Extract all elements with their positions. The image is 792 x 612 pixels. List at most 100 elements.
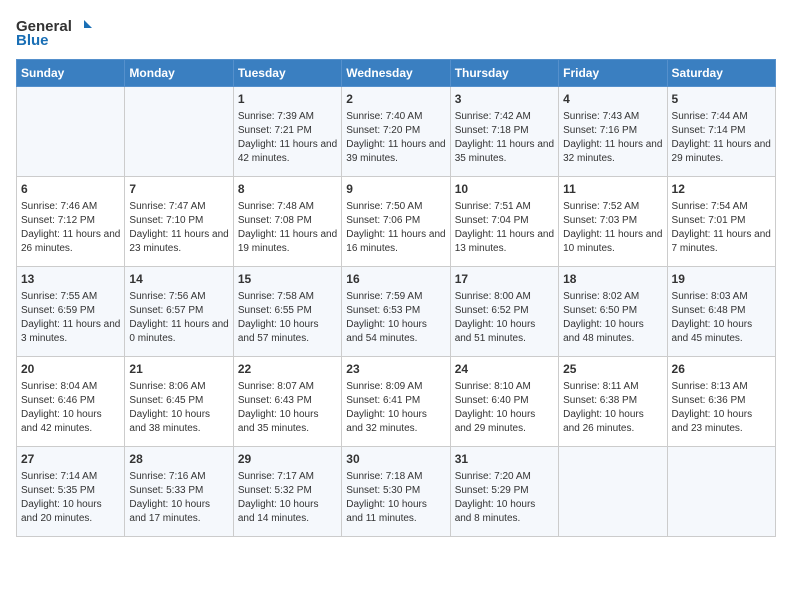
day-number: 30 [346,451,445,468]
day-number: 31 [455,451,554,468]
day-info: Sunrise: 7:18 AM Sunset: 5:30 PM Dayligh… [346,470,445,526]
weekday-header: Tuesday [233,60,341,87]
calendar-cell: 15 Sunrise: 7:58 AM Sunset: 6:55 PM Dayli… [233,267,341,357]
weekday-header: Wednesday [342,60,450,87]
logo-arrow-icon [74,16,94,36]
day-number: 1 [238,91,337,108]
calendar-cell: 9 Sunrise: 7:50 AM Sunset: 7:06 PM Daylig… [342,177,450,267]
weekday-header: Saturday [667,60,775,87]
day-info: Sunrise: 8:13 AM Sunset: 6:36 PM Dayligh… [672,380,771,436]
day-info: Sunrise: 7:14 AM Sunset: 5:35 PM Dayligh… [21,470,120,526]
calendar-cell: 17Sunrise: 8:00 AM Sunset: 6:52 PM Dayli… [450,267,558,357]
day-info: Sunrise: 7:56 AM Sunset: 6:57 PM Dayligh… [129,290,228,346]
calendar-cell: 24 Sunrise: 8:10 AM Sunset: 6:40 PM Dayli… [450,357,558,447]
day-number: 17 [455,271,554,288]
calendar-week: 27 Sunrise: 7:14 AM Sunset: 5:35 PM Dayli… [17,447,776,537]
header: General Blue [16,16,776,49]
day-info: Sunrise: 7:55 AM Sunset: 6:59 PM Dayligh… [21,290,120,346]
calendar-cell: 23Sunrise: 8:09 AM Sunset: 6:41 PM Dayli… [342,357,450,447]
calendar-cell: 2 Sunrise: 7:40 AM Sunset: 7:20 PM Daylig… [342,87,450,177]
day-number: 4 [563,91,662,108]
calendar-cell: 14Sunrise: 7:56 AM Sunset: 6:57 PM Dayli… [125,267,233,357]
calendar-cell: 21 Sunrise: 8:06 AM Sunset: 6:45 PM Dayli… [125,357,233,447]
day-number: 8 [238,181,337,198]
calendar-cell: 29 Sunrise: 7:17 AM Sunset: 5:32 PM Dayli… [233,447,341,537]
day-number: 24 [455,361,554,378]
day-number: 21 [129,361,228,378]
calendar-cell: 27 Sunrise: 7:14 AM Sunset: 5:35 PM Dayli… [17,447,125,537]
calendar-cell: 4 Sunrise: 7:43 AM Sunset: 7:16 PM Daylig… [559,87,667,177]
weekday-header: Friday [559,60,667,87]
day-info: Sunrise: 8:10 AM Sunset: 6:40 PM Dayligh… [455,380,554,436]
calendar-header: SundayMondayTuesdayWednesdayThursdayFrid… [17,60,776,87]
calendar-cell: 26 Sunrise: 8:13 AM Sunset: 6:36 PM Dayli… [667,357,775,447]
calendar-cell [17,87,125,177]
day-info: Sunrise: 7:16 AM Sunset: 5:33 PM Dayligh… [129,470,228,526]
day-number: 3 [455,91,554,108]
calendar-cell: 5Sunrise: 7:44 AM Sunset: 7:14 PM Daylig… [667,87,775,177]
calendar-week: 6 Sunrise: 7:46 AM Sunset: 7:12 PM Daylig… [17,177,776,267]
day-info: Sunrise: 7:42 AM Sunset: 7:18 PM Dayligh… [455,110,554,166]
weekday-header: Monday [125,60,233,87]
day-number: 7 [129,181,228,198]
day-info: Sunrise: 7:47 AM Sunset: 7:10 PM Dayligh… [129,200,228,256]
day-number: 25 [563,361,662,378]
day-number: 5 [672,91,771,108]
calendar-cell: 11 Sunrise: 7:52 AM Sunset: 7:03 PM Dayli… [559,177,667,267]
calendar-cell: 19 Sunrise: 8:03 AM Sunset: 6:48 PM Dayli… [667,267,775,357]
day-info: Sunrise: 7:58 AM Sunset: 6:55 PM Dayligh… [238,290,337,346]
day-number: 2 [346,91,445,108]
calendar-cell: 3 Sunrise: 7:42 AM Sunset: 7:18 PM Daylig… [450,87,558,177]
calendar-cell: 22Sunrise: 8:07 AM Sunset: 6:43 PM Dayli… [233,357,341,447]
day-number: 13 [21,271,120,288]
day-number: 27 [21,451,120,468]
weekday-header: Thursday [450,60,558,87]
weekday-header: Sunday [17,60,125,87]
calendar-cell [667,447,775,537]
calendar-cell: 31 Sunrise: 7:20 AM Sunset: 5:29 PM Dayli… [450,447,558,537]
logo: General Blue [16,16,94,49]
day-number: 29 [238,451,337,468]
day-number: 26 [672,361,771,378]
calendar-cell [559,447,667,537]
day-info: Sunrise: 8:09 AM Sunset: 6:41 PM Dayligh… [346,380,445,436]
day-info: Sunrise: 7:20 AM Sunset: 5:29 PM Dayligh… [455,470,554,526]
calendar-week: 13 Sunrise: 7:55 AM Sunset: 6:59 PM Dayli… [17,267,776,357]
day-number: 9 [346,181,445,198]
day-number: 6 [21,181,120,198]
day-number: 15 [238,271,337,288]
day-number: 22 [238,361,337,378]
day-info: Sunrise: 7:50 AM Sunset: 7:06 PM Dayligh… [346,200,445,256]
calendar-cell: 1 Sunrise: 7:39 AM Sunset: 7:21 PM Daylig… [233,87,341,177]
day-info: Sunrise: 8:03 AM Sunset: 6:48 PM Dayligh… [672,290,771,346]
calendar-cell: 16 Sunrise: 7:59 AM Sunset: 6:53 PM Dayli… [342,267,450,357]
day-number: 19 [672,271,771,288]
calendar-table: SundayMondayTuesdayWednesdayThursdayFrid… [16,59,776,537]
day-info: Sunrise: 7:59 AM Sunset: 6:53 PM Dayligh… [346,290,445,346]
day-number: 28 [129,451,228,468]
calendar-week: 20 Sunrise: 8:04 AM Sunset: 6:46 PM Dayli… [17,357,776,447]
day-info: Sunrise: 7:39 AM Sunset: 7:21 PM Dayligh… [238,110,337,166]
day-info: Sunrise: 7:17 AM Sunset: 5:32 PM Dayligh… [238,470,337,526]
day-number: 16 [346,271,445,288]
day-info: Sunrise: 8:04 AM Sunset: 6:46 PM Dayligh… [21,380,120,436]
day-info: Sunrise: 7:43 AM Sunset: 7:16 PM Dayligh… [563,110,662,166]
day-info: Sunrise: 7:51 AM Sunset: 7:04 PM Dayligh… [455,200,554,256]
calendar-cell: 20 Sunrise: 8:04 AM Sunset: 6:46 PM Dayli… [17,357,125,447]
day-number: 10 [455,181,554,198]
day-info: Sunrise: 7:40 AM Sunset: 7:20 PM Dayligh… [346,110,445,166]
day-number: 18 [563,271,662,288]
calendar-week: 1 Sunrise: 7:39 AM Sunset: 7:21 PM Daylig… [17,87,776,177]
day-info: Sunrise: 7:52 AM Sunset: 7:03 PM Dayligh… [563,200,662,256]
day-number: 11 [563,181,662,198]
calendar-cell: 7 Sunrise: 7:47 AM Sunset: 7:10 PM Daylig… [125,177,233,267]
day-info: Sunrise: 7:46 AM Sunset: 7:12 PM Dayligh… [21,200,120,256]
day-info: Sunrise: 8:02 AM Sunset: 6:50 PM Dayligh… [563,290,662,346]
day-info: Sunrise: 7:48 AM Sunset: 7:08 PM Dayligh… [238,200,337,256]
day-info: Sunrise: 7:54 AM Sunset: 7:01 PM Dayligh… [672,200,771,256]
day-info: Sunrise: 8:06 AM Sunset: 6:45 PM Dayligh… [129,380,228,436]
day-number: 12 [672,181,771,198]
calendar-cell: 30 Sunrise: 7:18 AM Sunset: 5:30 PM Dayli… [342,447,450,537]
calendar-cell: 10 Sunrise: 7:51 AM Sunset: 7:04 PM Dayli… [450,177,558,267]
day-number: 20 [21,361,120,378]
